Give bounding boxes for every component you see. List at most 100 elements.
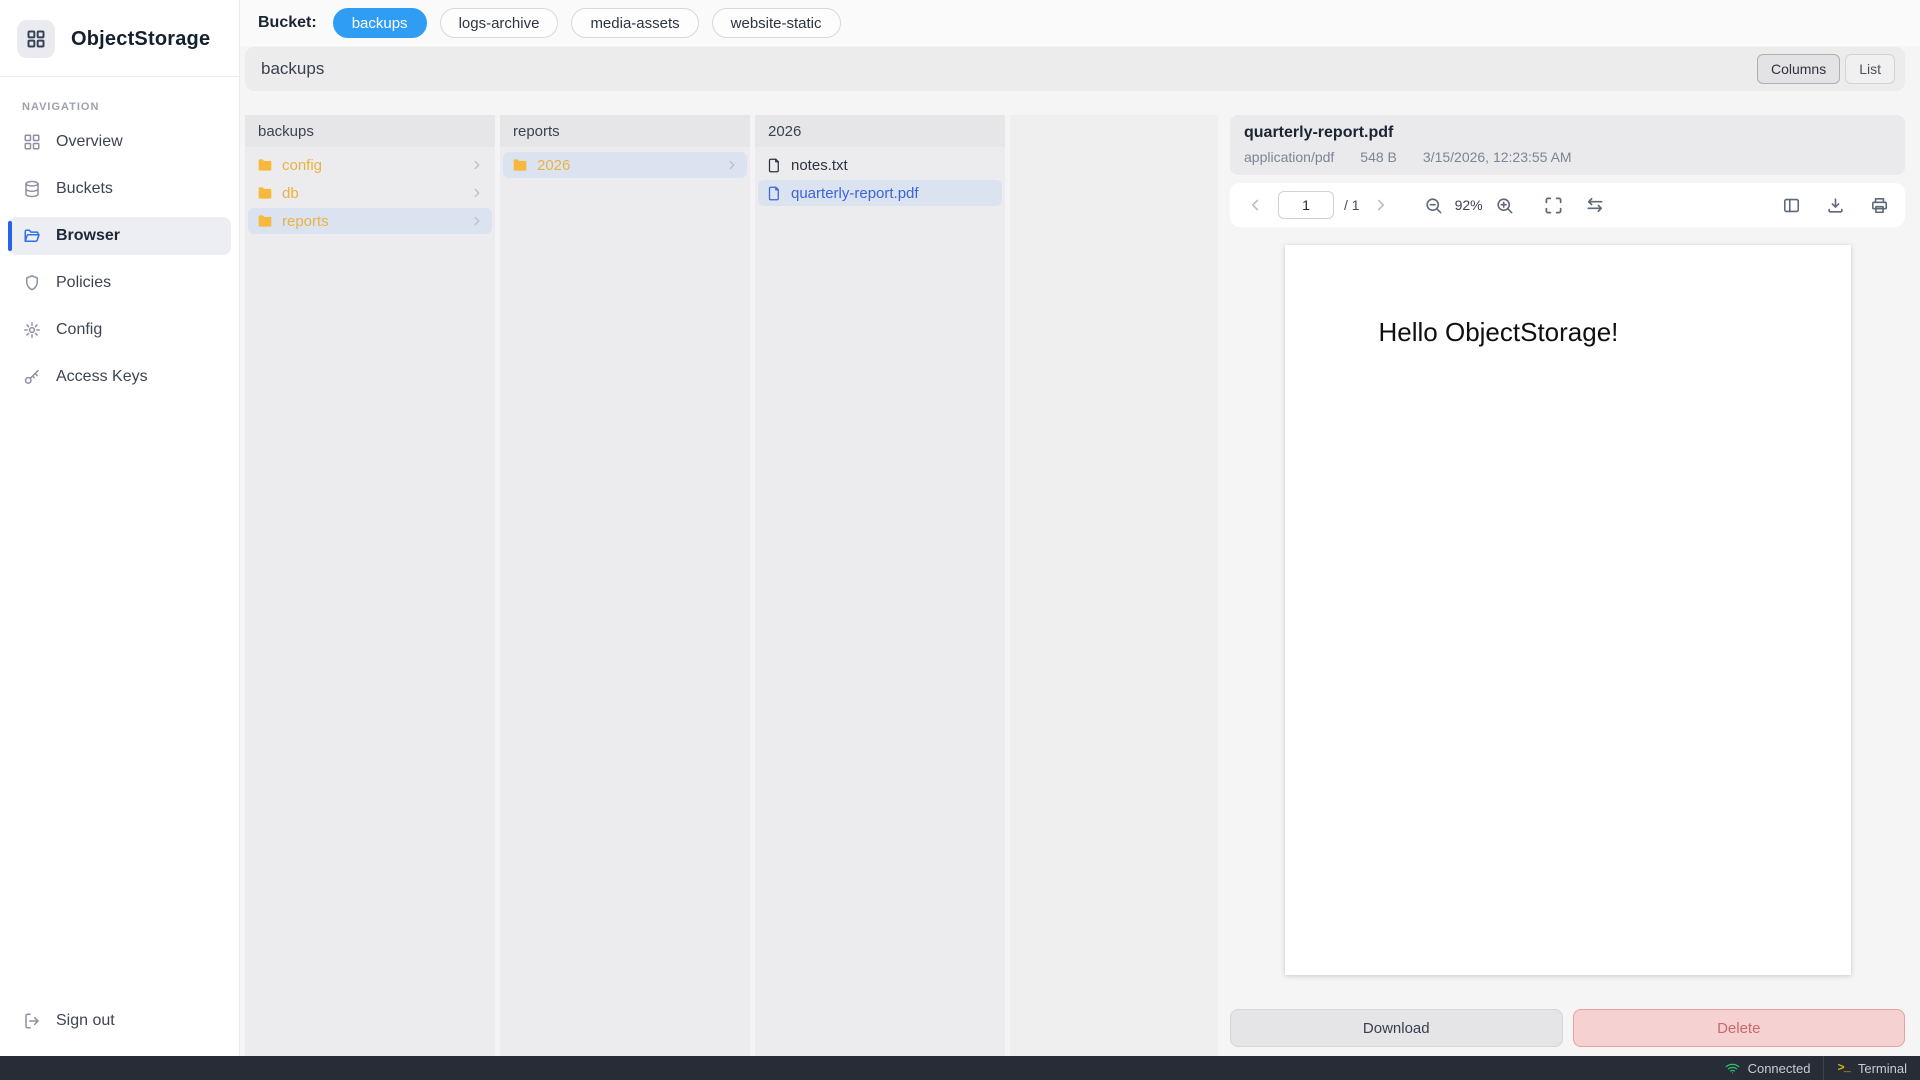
prev-page-button[interactable]	[1246, 196, 1264, 214]
sign-out-button[interactable]: Sign out	[8, 1002, 231, 1040]
app-window: ObjectStorage NAVIGATION Overview Bucket…	[0, 0, 1920, 1056]
folder-row-2026[interactable]: 2026	[503, 152, 747, 178]
sign-out-label: Sign out	[56, 1012, 115, 1030]
folder-name: db	[282, 185, 299, 202]
folder-row-db[interactable]: db	[248, 180, 492, 206]
sign-out-icon	[23, 1012, 41, 1030]
connection-label: Connected	[1748, 1061, 1811, 1076]
bucket-icon	[23, 180, 41, 198]
sidebar: ObjectStorage NAVIGATION Overview Bucket…	[0, 0, 240, 1056]
chevron-right-icon	[470, 214, 484, 228]
folder-name: 2026	[537, 157, 570, 174]
column-body: 2026	[500, 147, 750, 183]
path-bar: backups Columns List	[245, 47, 1905, 91]
folder-icon	[257, 213, 273, 229]
columns-empty-area	[1010, 115, 1218, 1056]
column-header: backups	[245, 115, 495, 147]
app-title: ObjectStorage	[71, 28, 210, 51]
file-name: quarterly-report.pdf	[791, 185, 919, 202]
swap-horizontal-icon[interactable]	[1585, 195, 1605, 215]
fullscreen-icon[interactable]	[1544, 196, 1563, 215]
zoom-level-label: 92%	[1455, 197, 1483, 213]
file-mime-type: application/pdf	[1244, 149, 1334, 165]
sidebar-item-overview[interactable]: Overview	[8, 123, 231, 161]
bucket-pill-logs-archive[interactable]: logs-archive	[440, 8, 559, 38]
shield-icon	[23, 274, 41, 292]
app-logo-icon	[17, 20, 55, 58]
bucket-bar-label: Bucket:	[258, 14, 317, 32]
list-view-button[interactable]: List	[1845, 54, 1895, 84]
file-column-reports: reports 2026	[500, 115, 750, 1056]
terminal-status[interactable]: >_ Terminal	[1824, 1056, 1920, 1080]
pdf-viewer[interactable]: Hello ObjectStorage!	[1230, 227, 1905, 1009]
column-header: 2026	[755, 115, 1005, 147]
file-column-2026: 2026 notes.txt quarterly-report.pdf	[755, 115, 1005, 1056]
brand: ObjectStorage	[0, 0, 239, 77]
content-area: backups config db	[245, 115, 1905, 1056]
preview-file-name: quarterly-report.pdf	[1244, 124, 1891, 142]
folder-open-icon	[23, 227, 41, 245]
file-size: 548 B	[1360, 149, 1397, 165]
terminal-icon: >_	[1837, 1061, 1849, 1075]
pdf-toolbar: / 1 92%	[1230, 183, 1905, 227]
sidebar-item-buckets[interactable]: Buckets	[8, 170, 231, 208]
preview-header: quarterly-report.pdf application/pdf 548…	[1230, 115, 1905, 175]
file-column-backups: backups config db	[245, 115, 495, 1056]
file-columns: backups config db	[245, 115, 1218, 1056]
chevron-right-icon	[470, 158, 484, 172]
bucket-pill-media-assets[interactable]: media-assets	[571, 8, 698, 38]
folder-row-reports[interactable]: reports	[248, 208, 492, 234]
breadcrumb: backups	[261, 59, 324, 79]
sidebar-toggle-icon[interactable]	[1782, 196, 1801, 215]
columns-view-button[interactable]: Columns	[1757, 54, 1840, 84]
file-icon	[767, 158, 782, 173]
gear-icon	[23, 321, 41, 339]
file-pdf-icon	[767, 186, 782, 201]
chevron-right-icon	[470, 186, 484, 200]
sidebar-item-label: Overview	[56, 133, 123, 151]
bucket-bar: Bucket: backups logs-archive media-asset…	[240, 0, 1920, 46]
chevron-right-icon	[725, 158, 739, 172]
sidebar-item-browser[interactable]: Browser	[8, 217, 231, 255]
status-bar: Connected >_ Terminal	[0, 1056, 1920, 1080]
sidebar-item-label: Policies	[56, 274, 111, 292]
terminal-label: Terminal	[1858, 1061, 1907, 1076]
zoom-in-icon[interactable]	[1495, 196, 1514, 215]
folder-icon	[512, 157, 528, 173]
main-area: Bucket: backups logs-archive media-asset…	[240, 0, 1920, 1056]
preview-actions: Download Delete	[1230, 1009, 1905, 1047]
file-row-notes-txt[interactable]: notes.txt	[758, 152, 1002, 178]
delete-button[interactable]: Delete	[1573, 1009, 1906, 1047]
view-toggle: Columns List	[1757, 54, 1895, 84]
file-name: notes.txt	[791, 157, 848, 174]
page-number-input[interactable]	[1278, 191, 1334, 219]
file-row-quarterly-report-pdf[interactable]: quarterly-report.pdf	[758, 180, 1002, 206]
file-modified-date: 3/15/2026, 12:23:55 AM	[1423, 149, 1572, 165]
sidebar-item-label: Config	[56, 321, 102, 339]
next-page-button[interactable]	[1372, 196, 1390, 214]
wifi-icon	[1725, 1062, 1740, 1075]
download-icon[interactable]	[1826, 196, 1845, 215]
nav-section-label: NAVIGATION	[22, 101, 239, 113]
sidebar-item-label: Browser	[56, 227, 120, 245]
folder-icon	[257, 157, 273, 173]
sidebar-item-access-keys[interactable]: Access Keys	[8, 358, 231, 396]
folder-name: reports	[282, 213, 329, 230]
folder-row-config[interactable]: config	[248, 152, 492, 178]
column-body: notes.txt quarterly-report.pdf	[755, 147, 1005, 211]
connection-status: Connected	[1712, 1056, 1824, 1080]
bucket-pill-backups[interactable]: backups	[333, 8, 427, 38]
print-icon[interactable]	[1870, 196, 1889, 215]
bucket-pill-website-static[interactable]: website-static	[712, 8, 841, 38]
download-button[interactable]: Download	[1230, 1009, 1563, 1047]
sidebar-item-label: Access Keys	[56, 368, 148, 386]
pdf-page-text: Hello ObjectStorage!	[1285, 245, 1851, 348]
key-icon	[23, 368, 41, 386]
zoom-out-icon[interactable]	[1424, 196, 1443, 215]
sidebar-item-config[interactable]: Config	[8, 311, 231, 349]
column-body: config db reports	[245, 147, 495, 239]
sidebar-item-policies[interactable]: Policies	[8, 264, 231, 302]
folder-icon	[257, 185, 273, 201]
sidebar-item-label: Buckets	[56, 180, 113, 198]
preview-file-meta: application/pdf 548 B 3/15/2026, 12:23:5…	[1244, 149, 1891, 165]
